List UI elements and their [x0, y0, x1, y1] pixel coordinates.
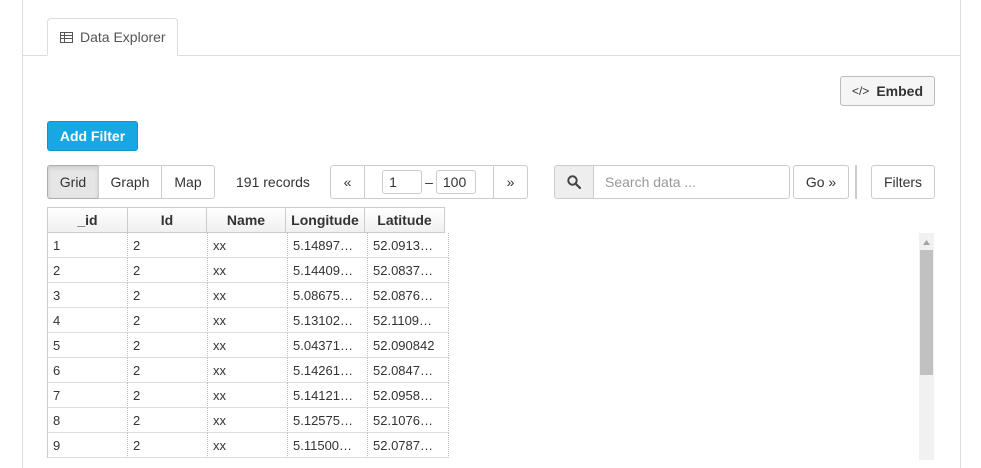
search-group [554, 165, 790, 199]
table-cell: 2 [128, 308, 208, 333]
table-cell: xx [208, 383, 288, 408]
table-cell: 52.0913… [368, 233, 449, 258]
table-cell: 52.0876… [368, 283, 449, 308]
table-row[interactable]: 5 2 xx 5.04371… 52.090842 [47, 333, 449, 358]
table-cell: 5.14261… [288, 358, 368, 383]
table-cell: 52.0847… [368, 358, 449, 383]
table-cell: 8 [47, 408, 128, 433]
pager-from-input[interactable] [382, 170, 423, 194]
view-grid-button[interactable]: Grid [47, 165, 99, 199]
table-cell: 3 [47, 283, 128, 308]
view-switcher: Grid Graph Map [47, 165, 215, 199]
table-cell: 5.12575… [288, 408, 368, 433]
column-header[interactable]: Id [127, 207, 207, 233]
table-cell: 2 [128, 283, 208, 308]
view-graph-button[interactable]: Graph [98, 165, 162, 199]
table-cell: xx [208, 433, 288, 458]
table-cell: 52.1109… [368, 308, 449, 333]
table-cell: xx [208, 333, 288, 358]
table-cell: 1 [47, 233, 128, 258]
table-cell: 52.090842 [368, 333, 449, 358]
table-icon [60, 31, 73, 43]
table-cell: 2 [128, 383, 208, 408]
table-cell: 2 [128, 408, 208, 433]
table-row[interactable]: 3 2 xx 5.08675… 52.0876… [47, 283, 449, 308]
table-cell: 5.14897… [288, 233, 368, 258]
table-cell: 7 [47, 383, 128, 408]
table-cell: 2 [128, 433, 208, 458]
pager-next-button[interactable]: » [494, 166, 527, 198]
search-input[interactable] [594, 165, 790, 199]
table-cell: xx [208, 233, 288, 258]
tab-data-explorer[interactable]: Data Explorer [47, 18, 178, 56]
column-header[interactable]: Name [206, 207, 286, 233]
grid-scrollbar[interactable] [919, 233, 934, 460]
table-cell: 2 [47, 258, 128, 283]
table-row[interactable]: 9 2 xx 5.11500… 52.0787… [47, 433, 449, 458]
table-cell: 52.0958… [368, 383, 449, 408]
table-cell: xx [208, 258, 288, 283]
table-cell: 2 [128, 233, 208, 258]
table-row[interactable]: 2 2 xx 5.14409… 52.0837… [47, 258, 449, 283]
table-cell: 4 [47, 308, 128, 333]
table-row[interactable]: 8 2 xx 5.12575… 52.1076… [47, 408, 449, 433]
add-filter-button[interactable]: Add Filter [47, 121, 138, 151]
pager-range: – [364, 166, 494, 198]
table-cell: 2 [128, 258, 208, 283]
data-grid: _id Id Name Longitude Latitude 1 2 xx 5.… [47, 207, 449, 458]
tab-label: Data Explorer [80, 29, 166, 45]
table-cell: 5.14121… [288, 383, 368, 408]
table-row[interactable]: 4 2 xx 5.13102… 52.1109… [47, 308, 449, 333]
scrollbar-thumb[interactable] [920, 250, 933, 375]
table-cell: 52.0787… [368, 433, 449, 458]
pager-to-input[interactable] [435, 170, 476, 194]
table-cell: 52.1076… [368, 408, 449, 433]
filters-button[interactable]: Filters [871, 165, 935, 199]
table-cell: 6 [47, 358, 128, 383]
scroll-up-arrow-icon[interactable] [919, 237, 934, 247]
table-cell: 5.04371… [288, 333, 368, 358]
pager: « – » [330, 165, 528, 199]
record-count: 191 records [236, 174, 310, 190]
code-icon: </> [851, 84, 870, 98]
table-cell: 5.08675… [288, 283, 368, 308]
table-cell: xx [208, 358, 288, 383]
table-cell: 52.0837… [368, 258, 449, 283]
column-header[interactable]: Latitude [364, 207, 445, 233]
table-cell: 9 [47, 433, 128, 458]
search-icon [554, 165, 594, 199]
view-map-button[interactable]: Map [161, 165, 215, 199]
column-header[interactable]: Longitude [285, 207, 365, 233]
table-cell: 5.14409… [288, 258, 368, 283]
table-cell: 2 [128, 333, 208, 358]
table-row[interactable]: 6 2 xx 5.14261… 52.0847… [47, 358, 449, 383]
table-row[interactable]: 7 2 xx 5.14121… 52.0958… [47, 383, 449, 408]
column-header[interactable]: _id [47, 207, 128, 233]
table-cell: 5.11500… [288, 433, 368, 458]
pager-dash: – [425, 174, 433, 190]
table-cell: xx [208, 283, 288, 308]
table-cell: xx [208, 308, 288, 333]
pager-prev-button[interactable]: « [331, 166, 364, 198]
toolbar-divider [855, 165, 857, 199]
table-cell: 5.13102… [288, 308, 368, 333]
search-go-button[interactable]: Go » [793, 165, 849, 199]
table-cell: xx [208, 408, 288, 433]
table-cell: 5 [47, 333, 128, 358]
table-cell: 2 [128, 358, 208, 383]
table-row[interactable]: 1 2 xx 5.14897… 52.0913… [47, 233, 449, 258]
embed-button[interactable]: </> Embed [840, 76, 935, 106]
embed-label: Embed [876, 83, 924, 99]
grid-header-row: _id Id Name Longitude Latitude [47, 207, 449, 233]
